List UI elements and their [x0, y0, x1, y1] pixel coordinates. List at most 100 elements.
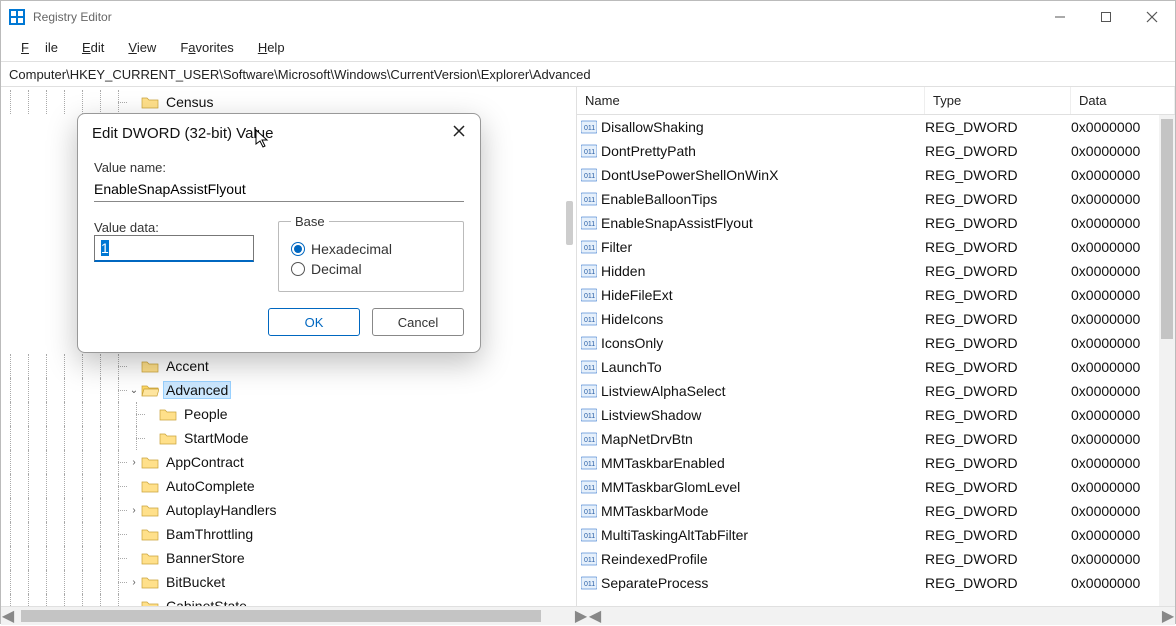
- value-name: ReindexedProfile: [601, 551, 925, 567]
- folder-icon: [141, 551, 159, 565]
- app-icon: [9, 9, 25, 25]
- tree-item[interactable]: People: [1, 402, 576, 426]
- tree-item[interactable]: ›AutoplayHandlers: [1, 498, 576, 522]
- folder-icon: [141, 479, 159, 493]
- value-name: LaunchTo: [601, 359, 925, 375]
- value-name: SeparateProcess: [601, 575, 925, 591]
- list-row[interactable]: EnableSnapAssistFlyoutREG_DWORD0x0000000: [577, 211, 1175, 235]
- value-type: REG_DWORD: [925, 143, 1071, 159]
- tree-item[interactable]: ›AppContract: [1, 450, 576, 474]
- hscroll-left-arrow-2[interactable]: ◀: [588, 607, 602, 625]
- menu-help[interactable]: Help: [250, 40, 293, 55]
- column-header-name[interactable]: Name: [577, 87, 925, 114]
- list-row[interactable]: MMTaskbarModeREG_DWORD0x0000000: [577, 499, 1175, 523]
- tree-item[interactable]: Census: [1, 90, 576, 114]
- tree-label: Advanced: [163, 381, 231, 399]
- hscroll-right-arrow[interactable]: ▶: [574, 607, 588, 625]
- value-type: REG_DWORD: [925, 311, 1071, 327]
- tree-item[interactable]: BannerStore: [1, 546, 576, 570]
- value-type: REG_DWORD: [925, 575, 1071, 591]
- list-row[interactable]: EnableBalloonTipsREG_DWORD0x0000000: [577, 187, 1175, 211]
- list-row[interactable]: FilterREG_DWORD0x0000000: [577, 235, 1175, 259]
- list-row[interactable]: ReindexedProfileREG_DWORD0x0000000: [577, 547, 1175, 571]
- menu-view[interactable]: View: [120, 40, 164, 55]
- value-name: EnableBalloonTips: [601, 191, 925, 207]
- list-pane[interactable]: Name Type Data DisallowShakingREG_DWORD0…: [577, 87, 1175, 606]
- hscroll-thumb-left[interactable]: [21, 610, 541, 622]
- cancel-button[interactable]: Cancel: [372, 308, 464, 336]
- value-name: ListviewAlphaSelect: [601, 383, 925, 399]
- registry-value-icon: [577, 575, 601, 591]
- folder-icon: [159, 407, 177, 421]
- expand-toggle[interactable]: ⌄: [127, 385, 141, 396]
- expand-toggle[interactable]: ›: [127, 457, 141, 468]
- list-row[interactable]: LaunchToREG_DWORD0x0000000: [577, 355, 1175, 379]
- list-row[interactable]: ListviewAlphaSelectREG_DWORD0x0000000: [577, 379, 1175, 403]
- registry-value-icon: [577, 431, 601, 447]
- column-header-data[interactable]: Data: [1071, 87, 1175, 114]
- hscroll-right-arrow-2[interactable]: ▶: [1161, 607, 1175, 625]
- menu-edit[interactable]: Edit: [74, 40, 112, 55]
- splitter-grip[interactable]: [566, 201, 573, 245]
- value-name: MapNetDrvBtn: [601, 431, 925, 447]
- folder-icon: [141, 455, 159, 469]
- value-name: Hidden: [601, 263, 925, 279]
- tree-item[interactable]: Accent: [1, 354, 576, 378]
- value-type: REG_DWORD: [925, 431, 1071, 447]
- tree-label: Census: [163, 93, 216, 111]
- hscroll-left-arrow[interactable]: ◀: [1, 607, 15, 625]
- value-type: REG_DWORD: [925, 479, 1071, 495]
- list-row[interactable]: HiddenREG_DWORD0x0000000: [577, 259, 1175, 283]
- registry-value-icon: [577, 479, 601, 495]
- value-type: REG_DWORD: [925, 167, 1071, 183]
- list-row[interactable]: DontUsePowerShellOnWinXREG_DWORD0x000000…: [577, 163, 1175, 187]
- value-type: REG_DWORD: [925, 119, 1071, 135]
- radio-decimal[interactable]: Decimal: [291, 261, 451, 277]
- list-row[interactable]: HideFileExtREG_DWORD0x0000000: [577, 283, 1175, 307]
- column-header-type[interactable]: Type: [925, 87, 1071, 114]
- menu-file[interactable]: File: [13, 40, 66, 55]
- list-row[interactable]: MMTaskbarGlomLevelREG_DWORD0x0000000: [577, 475, 1175, 499]
- radio-hexadecimal[interactable]: Hexadecimal: [291, 241, 451, 257]
- ok-button[interactable]: OK: [268, 308, 360, 336]
- list-row[interactable]: MapNetDrvBtnREG_DWORD0x0000000: [577, 427, 1175, 451]
- value-data-input[interactable]: [94, 235, 254, 262]
- value-type: REG_DWORD: [925, 407, 1071, 423]
- list-row[interactable]: SeparateProcessREG_DWORD0x0000000: [577, 571, 1175, 595]
- expand-toggle[interactable]: ›: [127, 505, 141, 516]
- list-row[interactable]: DisallowShakingREG_DWORD0x0000000: [577, 115, 1175, 139]
- value-type: REG_DWORD: [925, 551, 1071, 567]
- list-row[interactable]: ListviewShadowREG_DWORD0x0000000: [577, 403, 1175, 427]
- value-type: REG_DWORD: [925, 239, 1071, 255]
- tree-item[interactable]: BamThrottling: [1, 522, 576, 546]
- value-type: REG_DWORD: [925, 263, 1071, 279]
- close-button[interactable]: [1129, 1, 1175, 33]
- folder-icon: [159, 431, 177, 445]
- vertical-scrollbar[interactable]: [1159, 115, 1175, 606]
- value-type: REG_DWORD: [925, 215, 1071, 231]
- maximize-button[interactable]: [1083, 1, 1129, 33]
- list-row[interactable]: MMTaskbarEnabledREG_DWORD0x0000000: [577, 451, 1175, 475]
- tree-item[interactable]: CabinetState: [1, 594, 576, 606]
- list-row[interactable]: MultiTaskingAltTabFilterREG_DWORD0x00000…: [577, 523, 1175, 547]
- tree-item[interactable]: › BitBucket: [1, 570, 576, 594]
- expand-toggle[interactable]: ›: [127, 577, 141, 588]
- value-name-input[interactable]: [94, 177, 464, 202]
- dialog-close-button[interactable]: [452, 124, 466, 142]
- base-legend: Base: [291, 214, 329, 229]
- address-bar[interactable]: Computer\HKEY_CURRENT_USER\Software\Micr…: [1, 61, 1175, 87]
- registry-value-icon: [577, 215, 601, 231]
- list-row[interactable]: IconsOnlyREG_DWORD0x0000000: [577, 331, 1175, 355]
- list-row[interactable]: DontPrettyPathREG_DWORD0x0000000: [577, 139, 1175, 163]
- tree-item[interactable]: StartMode: [1, 426, 576, 450]
- base-group: Base Hexadecimal Decimal: [278, 214, 464, 292]
- tree-item[interactable]: ⌄ Advanced: [1, 378, 576, 402]
- value-name: Filter: [601, 239, 925, 255]
- list-row[interactable]: HideIconsREG_DWORD0x0000000: [577, 307, 1175, 331]
- value-name-label: Value name:: [94, 160, 464, 175]
- value-type: REG_DWORD: [925, 359, 1071, 375]
- tree-item[interactable]: AutoComplete: [1, 474, 576, 498]
- tree-label: BitBucket: [163, 573, 228, 591]
- minimize-button[interactable]: [1037, 1, 1083, 33]
- menu-favorites[interactable]: Favorites: [172, 40, 241, 55]
